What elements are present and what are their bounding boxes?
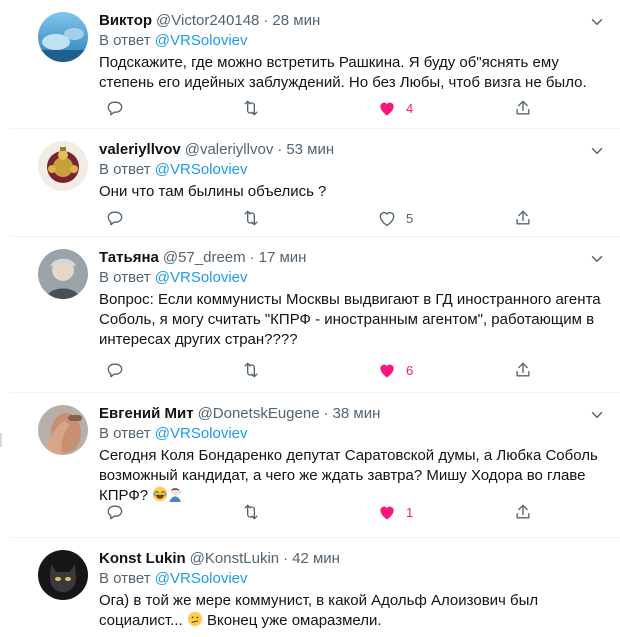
facepalm-emoji-icon [169, 487, 182, 502]
reply-prefix: В ответ [99, 161, 151, 178]
author-name[interactable]: Татьяна [99, 248, 159, 268]
reply-prefix: В ответ [99, 570, 151, 587]
author-handle[interactable]: @Victor240148 [156, 11, 259, 31]
avatar[interactable] [38, 12, 88, 62]
tweet-time[interactable]: 42 мин [292, 549, 340, 569]
share-icon [516, 504, 530, 519]
avatar[interactable] [38, 141, 88, 191]
author-name[interactable]: valeriyllvov [99, 140, 181, 160]
avatar[interactable] [38, 405, 88, 455]
chevron-down-icon[interactable] [588, 13, 606, 31]
tweet-time[interactable]: 17 мин [259, 248, 307, 268]
retweet-icon [244, 362, 258, 378]
retweet-button[interactable] [241, 97, 261, 119]
tweet[interactable]: valeriyllvov @valeriyllvov · 53 мин В от… [10, 129, 620, 237]
reply-icon [107, 211, 123, 226]
reply-feed: Виктор @Victor240148 · 28 мин В ответ @V… [0, 0, 620, 637]
like-button[interactable]: 6 [377, 359, 413, 381]
like-button[interactable]: 4 [377, 97, 413, 119]
chevron-down-icon[interactable] [588, 406, 606, 424]
reply-prefix: В ответ [99, 269, 151, 286]
tweet-time[interactable]: 28 мин [272, 11, 320, 31]
author-handle[interactable]: @DonetskEugene [198, 404, 320, 424]
share-button[interactable] [513, 501, 533, 523]
reply-prefix: В ответ [99, 32, 151, 49]
retweet-button[interactable] [241, 501, 261, 523]
avatar[interactable] [38, 550, 88, 600]
reply-context: В ответ @VRSoloviev [99, 424, 606, 444]
like-button[interactable]: 1 [377, 501, 413, 523]
like-count: 4 [406, 100, 414, 116]
reply-mention[interactable]: @VRSoloviev [155, 161, 248, 178]
tweet-text: Подскажите, где можно встретить Рашкина.… [99, 54, 587, 91]
avatar[interactable] [38, 249, 88, 299]
separator: · [263, 12, 269, 29]
reply-icon [107, 505, 123, 520]
share-icon [516, 100, 530, 115]
selection-marker [0, 433, 2, 447]
author-handle[interactable]: @57_dreem [163, 248, 246, 268]
retweet-icon [244, 100, 258, 116]
retweet-button[interactable] [241, 359, 261, 381]
author-handle[interactable]: @valeriyllvov [185, 140, 274, 160]
tweet[interactable]: Konst Lukin @KonstLukin · 42 мин В ответ… [10, 538, 620, 637]
share-button[interactable] [513, 207, 533, 229]
reply-context: В ответ @VRSoloviev [99, 268, 606, 288]
reply-icon [107, 363, 123, 378]
tweet-text: Они что там былины объелись ? [99, 183, 327, 200]
heart-icon [380, 102, 394, 116]
heart-icon [380, 506, 394, 520]
reply-button[interactable] [105, 97, 125, 119]
separator: · [283, 550, 289, 567]
retweet-icon [244, 210, 258, 226]
retweet-button[interactable] [241, 207, 261, 229]
author-name[interactable]: Виктор [99, 11, 152, 31]
joy-emoji-icon [153, 486, 168, 502]
reply-mention[interactable]: @VRSoloviev [155, 425, 248, 442]
separator: · [277, 141, 283, 158]
retweet-icon [244, 504, 258, 520]
reply-context: В ответ @VRSoloviev [99, 569, 606, 589]
reply-context: В ответ @VRSoloviev [99, 160, 606, 180]
chevron-down-icon[interactable] [588, 142, 606, 160]
tweet[interactable]: Евгений Мит @DonetskEugene · 38 мин В от… [0, 393, 620, 538]
author-name[interactable]: Евгений Мит [99, 404, 194, 424]
confused-emoji-icon [187, 611, 203, 627]
tweet[interactable]: Виктор @Victor240148 · 28 мин В ответ @V… [10, 0, 620, 129]
share-button[interactable] [513, 97, 533, 119]
reply-context: В ответ @VRSoloviev [99, 31, 606, 51]
tweet-text: Вопрос: Если коммунисты Москвы выдвигают… [99, 291, 601, 348]
chevron-down-icon[interactable] [588, 250, 606, 268]
share-button[interactable] [513, 359, 533, 381]
heart-icon [379, 211, 395, 227]
separator: · [323, 405, 329, 422]
reply-prefix: В ответ [99, 425, 151, 442]
reply-mention[interactable]: @VRSoloviev [155, 32, 248, 49]
heart-icon [380, 364, 394, 378]
like-count: 1 [406, 504, 414, 520]
reply-button[interactable] [105, 359, 125, 381]
reply-button[interactable] [105, 501, 125, 523]
like-count: 5 [406, 210, 414, 226]
share-icon [516, 362, 530, 377]
separator: · [249, 249, 255, 266]
tweet-text: Сегодня Коля Бондаренко депутат Саратовс… [99, 446, 606, 506]
author-handle[interactable]: @KonstLukin [190, 549, 279, 569]
reply-button[interactable] [105, 207, 125, 229]
reply-mention[interactable]: @VRSoloviev [155, 570, 248, 587]
tweet-text-part-b: Вконец уже омаразмели. [207, 612, 382, 629]
author-name[interactable]: Konst Lukin [99, 549, 186, 569]
reply-mention[interactable]: @VRSoloviev [155, 269, 248, 286]
tweet-text: Ога) в той же мере коммунист, в какой Ад… [99, 591, 606, 631]
like-count: 6 [406, 362, 414, 378]
tweet-time[interactable]: 53 мин [286, 140, 334, 160]
share-icon [516, 210, 530, 225]
like-button[interactable]: 5 [377, 207, 413, 229]
tweet-time[interactable]: 38 мин [333, 404, 381, 424]
tweet[interactable]: Татьяна @57_dreem · 17 мин В ответ @VRSo… [10, 237, 620, 393]
reply-icon [107, 101, 123, 116]
